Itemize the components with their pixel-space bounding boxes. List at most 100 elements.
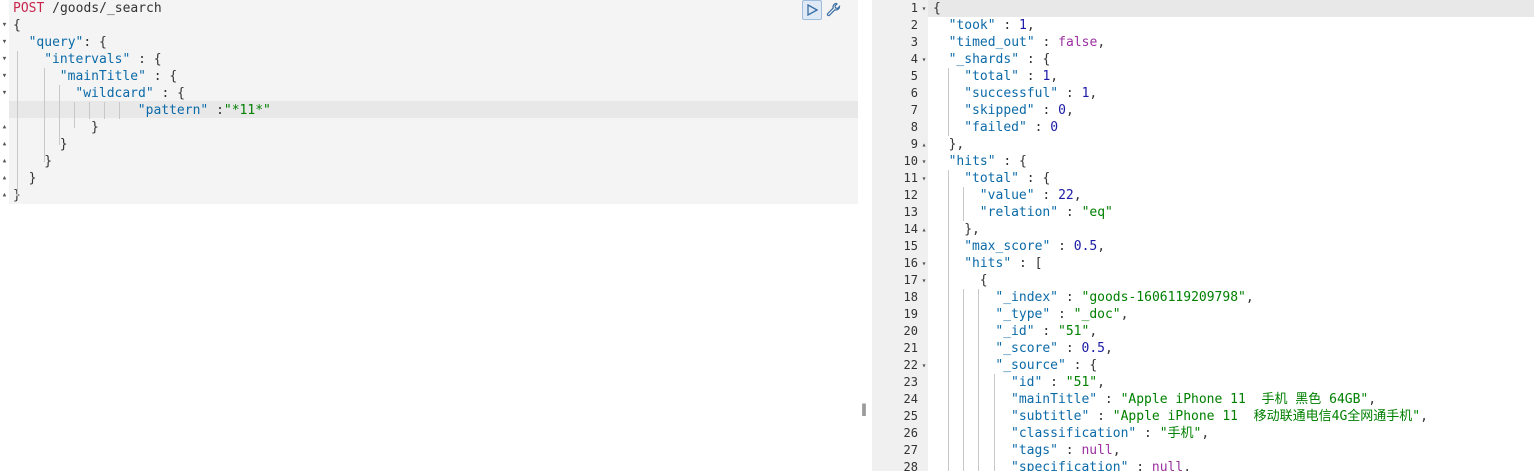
code-token: { — [933, 1, 941, 16]
code-token: "hits" — [964, 256, 1012, 271]
response-code-line: "specification" : null, — [1011, 459, 1191, 471]
fold-close-icon[interactable]: ▴ — [0, 170, 9, 187]
code-token: , — [1089, 86, 1098, 101]
request-code-line: "mainTitle" : { — [60, 68, 177, 85]
code-token: null — [1081, 443, 1113, 458]
code-token: }, — [964, 222, 980, 237]
fold-open-icon[interactable]: ▾ — [920, 255, 928, 272]
request-code-line: "wildcard" : { — [75, 85, 185, 102]
code-token: "subtitle" — [1011, 409, 1090, 424]
indent-guide — [119, 102, 120, 119]
response-code-line: "total" : 1, — [964, 68, 1058, 85]
fold-open-icon[interactable]: ▾ — [0, 51, 9, 68]
fold-open-icon[interactable]: ▾ — [0, 85, 9, 102]
response-active-line — [928, 0, 1534, 17]
line-number: 18 — [903, 290, 918, 304]
request-code-line: "intervals" : { — [44, 51, 161, 68]
code-token: "total" — [964, 69, 1019, 84]
request-header-line: POST /goods/_search — [13, 0, 162, 17]
request-code-line: "pattern" :"*11*" — [138, 102, 271, 119]
wrench-icon — [826, 2, 841, 17]
fold-open-icon[interactable]: ▾ — [920, 0, 928, 17]
indent-guide — [948, 170, 949, 471]
code-token: , — [1089, 324, 1098, 339]
code-token: "total" — [964, 171, 1019, 186]
response-code-line: { — [980, 272, 988, 289]
indent-guide — [44, 68, 45, 162]
fold-open-icon[interactable]: ▾ — [0, 34, 9, 51]
code-token: 0.5 — [1081, 341, 1105, 356]
fold-close-icon[interactable]: ▴ — [0, 153, 9, 170]
code-token: , — [1097, 239, 1106, 254]
line-number: 2 — [910, 18, 918, 32]
code-token: : { — [130, 52, 162, 67]
code-token: "classification" — [1011, 426, 1137, 441]
indent-guide — [74, 102, 75, 128]
code-token: : [ — [1011, 256, 1043, 271]
response-code-line: "_score" : 0.5, — [995, 340, 1112, 357]
indent-guide — [89, 102, 90, 119]
indent-guide — [978, 289, 979, 471]
code-token: "id" — [1011, 375, 1043, 390]
indent-guide — [948, 68, 949, 136]
code-token: "_type" — [995, 307, 1051, 322]
code-token: "mainTitle" — [1011, 392, 1098, 407]
run-request-button[interactable] — [802, 0, 822, 20]
splitter-grip-icon[interactable]: ‖ — [861, 402, 867, 416]
code-token: : — [1034, 35, 1059, 50]
panel-splitter[interactable]: ‖ — [858, 0, 872, 471]
response-code-line: "_id" : "51", — [995, 323, 1097, 340]
code-token: : — [995, 18, 1020, 33]
fold-close-icon[interactable]: ▴ — [0, 119, 9, 136]
code-token: "value" — [979, 188, 1035, 203]
code-token: : — [1128, 460, 1152, 471]
fold-open-icon[interactable]: ▾ — [920, 272, 928, 289]
response-code-line: "successful" : 1, — [964, 85, 1097, 102]
response-viewer[interactable]: 1 ▾ 2 3 4 ▾ 5 6 7 8 9 ▴ 10 ▾ 11 ▾ 12 13 14 ▴ 15 16 ▾ 17 ▾ 18 19 20 2… — [872, 0, 1534, 471]
response-code-line: }, — [964, 221, 980, 238]
fold-close-icon[interactable]: ▴ — [920, 136, 928, 153]
line-number: 28 — [903, 460, 918, 471]
request-editor[interactable]: POST /goods/_search{▾ "query": {▾ "interva… — [0, 0, 858, 471]
code-token: } — [44, 154, 53, 169]
code-token: : — [1050, 307, 1074, 322]
active-line-highlight — [9, 101, 858, 118]
code-token: "手机" — [1159, 426, 1202, 441]
request-code-line: "query": { — [29, 34, 107, 51]
code-token: , — [1097, 35, 1106, 50]
fold-open-icon[interactable]: ▾ — [920, 357, 928, 374]
code-token: : { — [995, 154, 1027, 169]
code-token: : — [1097, 392, 1121, 407]
code-token: : — [1050, 239, 1074, 254]
fold-close-icon[interactable]: ▴ — [920, 221, 928, 238]
request-code-line: } — [44, 153, 52, 170]
code-token: "relation" — [979, 205, 1059, 220]
line-number: 9 — [910, 137, 918, 151]
settings-button[interactable] — [824, 0, 844, 20]
code-token: : — [1026, 120, 1051, 135]
code-token: "max_score" — [964, 239, 1051, 254]
fold-open-icon[interactable]: ▾ — [920, 51, 928, 68]
indent-guide — [994, 374, 995, 471]
code-token: "_shards" — [948, 52, 1020, 67]
fold-open-icon[interactable]: ▾ — [920, 170, 928, 187]
code-token: : — [1034, 188, 1059, 203]
fold-close-icon[interactable]: ▴ — [0, 136, 9, 153]
code-token: "tags" — [1011, 443, 1058, 458]
line-number-gutter: 1 ▾ 2 3 4 ▾ 5 6 7 8 9 ▴ 10 ▾ 11 ▾ 12 13 14 ▴ 15 16 ▾ 17 ▾ 18 19 20 2… — [872, 0, 928, 471]
fold-open-icon[interactable]: ▾ — [0, 17, 9, 34]
response-code-line: "max_score" : 0.5, — [964, 238, 1105, 255]
response-code-line: "total" : { — [964, 170, 1050, 187]
fold-open-icon[interactable]: ▾ — [0, 68, 9, 85]
code-token: } — [91, 120, 99, 135]
line-number: 10 — [903, 154, 918, 168]
code-token: "wildcard" — [75, 86, 154, 101]
code-token: "successful" — [964, 86, 1059, 101]
indent-guide — [963, 187, 964, 221]
code-token: , — [1368, 392, 1377, 407]
code-token: , — [1245, 290, 1254, 305]
fold-close-icon[interactable]: ▴ — [0, 187, 9, 204]
code-token: : — [1089, 409, 1113, 424]
fold-open-icon[interactable]: ▾ — [920, 153, 928, 170]
code-token: "51" — [1065, 375, 1098, 390]
